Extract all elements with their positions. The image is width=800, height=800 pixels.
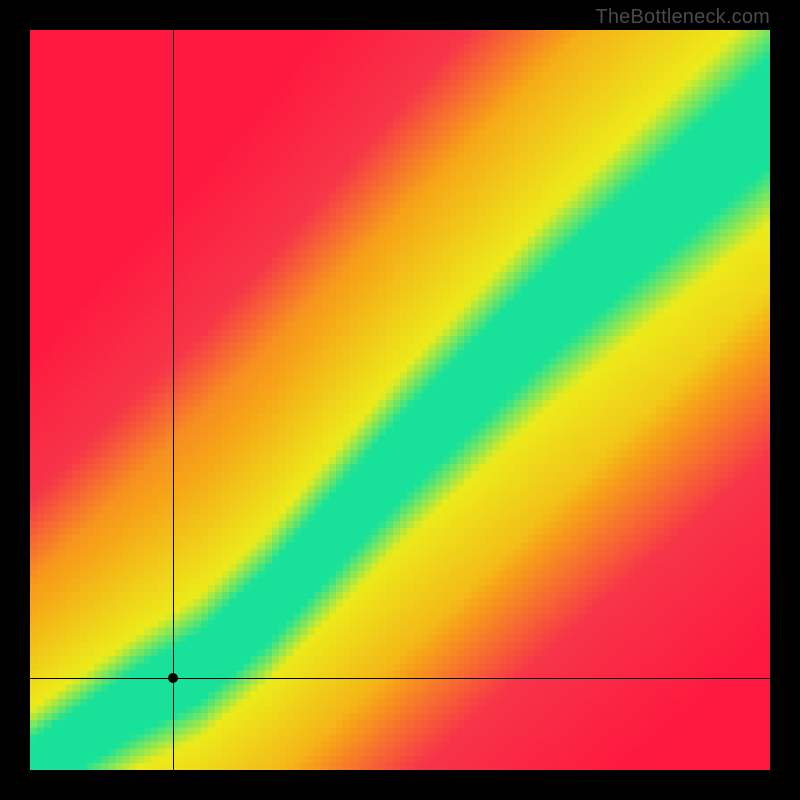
heatmap-canvas bbox=[30, 30, 770, 770]
selection-marker bbox=[168, 673, 178, 683]
crosshair-horizontal bbox=[30, 678, 770, 679]
plot-area bbox=[30, 30, 770, 770]
crosshair-vertical bbox=[173, 30, 174, 770]
chart-container: TheBottleneck.com bbox=[0, 0, 800, 800]
watermark-text: TheBottleneck.com bbox=[595, 6, 770, 29]
